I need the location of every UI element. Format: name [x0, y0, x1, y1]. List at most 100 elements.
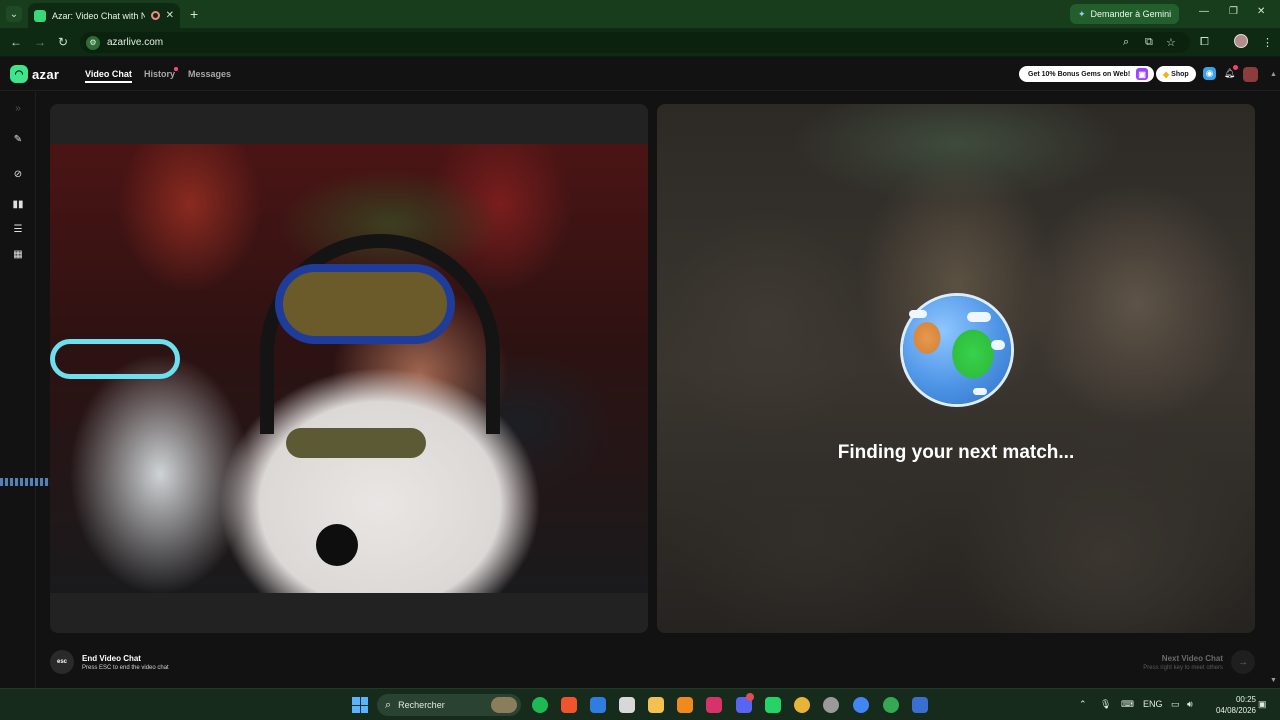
esc-key-badge[interactable]: esc	[50, 650, 74, 674]
end-chat-subtitle: Press ESC to end the video chat	[82, 664, 169, 671]
minimize-icon[interactable]: —	[1199, 6, 1209, 17]
magic-wand-icon[interactable]: ✎	[11, 132, 25, 146]
nav-messages[interactable]: Messages	[188, 69, 231, 79]
next-chat-title: Next Video Chat	[1161, 653, 1223, 663]
close-icon[interactable]: ✕	[166, 10, 174, 21]
reload-icon[interactable]: ↻	[58, 35, 68, 49]
finding-match-text: Finding your next match...	[837, 442, 1075, 463]
chrome-icon[interactable]	[794, 697, 810, 713]
globe-icon	[903, 296, 1011, 404]
clock-time: 00:25	[1235, 695, 1256, 704]
scroll-down-arrow[interactable]: ▼	[1270, 677, 1277, 684]
bonus-gems-button[interactable]: Get 10% Bonus Gems on Web! ▣	[1019, 66, 1155, 82]
sunglasses-shape	[286, 428, 426, 458]
language-indicator[interactable]: ENG	[1143, 699, 1163, 709]
history-notification-dot	[174, 67, 178, 71]
remote-desktop-icon[interactable]	[912, 697, 928, 713]
discord-badge	[746, 693, 754, 701]
new-tab-button[interactable]: +	[190, 6, 198, 22]
gift-icon: ▣	[1136, 68, 1149, 80]
tab-title: Azar: Video Chat with New	[52, 10, 145, 21]
brave-icon[interactable]	[561, 697, 577, 713]
network-icon[interactable]: ▭	[1171, 699, 1180, 710]
shop-label: Shop	[1171, 70, 1189, 78]
chevron-down-icon[interactable]: ⌄	[6, 6, 22, 22]
mic-icon[interactable]: 🎙︎	[1100, 699, 1111, 710]
globe-cloud	[967, 312, 991, 322]
next-video-chat[interactable]: Next Video Chat Press right key to meet …	[1120, 650, 1255, 674]
chrome-alt-icon[interactable]	[853, 697, 869, 713]
notification-icon[interactable]: ▣	[1258, 699, 1267, 710]
sparkle-icon: ✦	[1078, 8, 1086, 19]
browser-titlebar: ⌄ Azar: Video Chat with New ✕ + ✦ Demand…	[0, 0, 1280, 28]
my-camera-feed	[50, 144, 648, 593]
gem-icon: ◆	[1163, 69, 1170, 79]
no-filter-icon[interactable]: ⊘	[11, 167, 25, 181]
file-explorer-icon[interactable]	[648, 697, 664, 713]
azar-logo-icon: ◠	[10, 65, 28, 83]
whatsapp-icon[interactable]	[765, 697, 781, 713]
address-bar: ← → ↻ ⚙ azarlive.com ⌕ ⧉ ☆ ⧠ ⋮	[0, 28, 1280, 57]
azar-app: ◠ azar Video Chat History Messages Get 1…	[0, 57, 1280, 688]
layout-stack-icon[interactable]: ☰	[11, 222, 25, 236]
chrome-profile-icon[interactable]	[823, 697, 839, 713]
partner-video-panel: Finding your next match...	[657, 104, 1255, 633]
zoom-icon[interactable]: ⌕	[1123, 36, 1129, 49]
menu-icon[interactable]: ⋮	[1262, 36, 1273, 49]
keyboard-icon[interactable]: ⌨	[1121, 699, 1134, 710]
my-video-panel	[50, 104, 648, 633]
vlc-icon[interactable]	[677, 697, 693, 713]
shop-button[interactable]: ◆ Shop	[1156, 66, 1196, 82]
scroll-up-arrow[interactable]: ▲	[1270, 71, 1277, 78]
restore-icon[interactable]: ❐	[1229, 6, 1238, 17]
search-highlight-image	[491, 697, 517, 713]
star-icon[interactable]: ☆	[1166, 36, 1176, 49]
nav-history[interactable]: History	[144, 69, 175, 79]
microphone-shape	[316, 524, 358, 566]
layout-side-icon[interactable]: ▮▮	[11, 197, 25, 211]
extensions-icon[interactable]: ⧠	[1200, 36, 1209, 49]
tray-chevron-icon[interactable]: ⌃	[1079, 699, 1087, 710]
taskbar-clock[interactable]: 00:25 04/08/2026	[1206, 694, 1256, 716]
taskbar: ⌕ Rechercher ⌃ 🎙︎ ⌨ ENG ▭ 🔊︎ 00:25 04/08…	[0, 688, 1280, 720]
app-header: ◠ azar Video Chat History Messages Get 1…	[0, 57, 1280, 91]
spotify-icon[interactable]	[532, 697, 548, 713]
chrome-active-icon[interactable]	[883, 697, 899, 713]
back-icon[interactable]: ←	[10, 35, 22, 49]
azar-favicon-icon	[34, 9, 46, 22]
profile-avatar[interactable]	[1234, 34, 1248, 48]
window-close-icon[interactable]: ✕	[1257, 6, 1265, 17]
taskbar-search[interactable]: ⌕ Rechercher	[377, 694, 521, 716]
nav-video-chat[interactable]: Video Chat	[85, 69, 132, 83]
install-icon[interactable]: ⧉	[1145, 36, 1153, 49]
defender-icon[interactable]	[590, 697, 606, 713]
site-info-icon[interactable]: ⚙	[86, 35, 100, 50]
gemini-button[interactable]: ✦ Demander à Gemini	[1070, 4, 1180, 24]
globe-cloud	[991, 340, 1005, 350]
next-chat-subtitle: Press right key to meet others	[1143, 664, 1223, 671]
forward-icon[interactable]: →	[34, 35, 46, 49]
clock-date: 04/08/2026	[1215, 706, 1256, 715]
volume-icon[interactable]: 🔊︎	[1187, 699, 1193, 710]
end-video-chat[interactable]: esc End Video Chat Press ESC to end the …	[50, 650, 169, 674]
windows-start-icon[interactable]	[352, 697, 368, 713]
left-toolbar: » ✎ ⊘ ▮▮ ☰ ▦	[0, 92, 36, 688]
user-avatar[interactable]	[1243, 67, 1258, 82]
expand-icon[interactable]: »	[11, 101, 25, 115]
globe-cloud	[973, 388, 987, 395]
layout-grid-icon[interactable]: ▦	[11, 247, 25, 261]
gems-promo-text: Get 10% Bonus Gems on Web!	[1028, 70, 1131, 78]
instagram-icon[interactable]	[706, 697, 722, 713]
url-field[interactable]: ⚙ azarlive.com	[80, 32, 1190, 53]
search-icon: ⌕	[385, 698, 392, 711]
chat-icon[interactable]: ◉	[1203, 67, 1216, 80]
store-icon[interactable]	[619, 697, 635, 713]
search-placeholder: Rechercher	[398, 700, 445, 710]
url-text: azarlive.com	[107, 37, 164, 48]
goggles-shape	[275, 264, 455, 344]
gemini-label: Demander à Gemini	[1090, 9, 1172, 19]
browser-tab[interactable]: Azar: Video Chat with New ✕	[28, 3, 180, 28]
record-icon	[150, 11, 160, 20]
azar-logo[interactable]: ◠ azar	[10, 65, 59, 83]
arrow-right-icon[interactable]: →	[1231, 650, 1255, 674]
